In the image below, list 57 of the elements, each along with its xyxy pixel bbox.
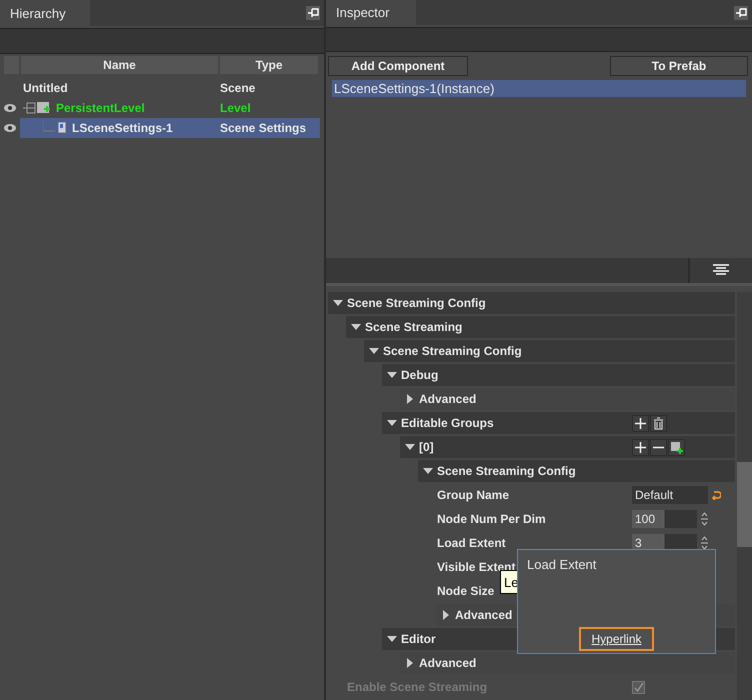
add-layer-icon[interactable] bbox=[668, 438, 685, 456]
tree-item[interactable]: PersistentLevel bbox=[20, 98, 217, 118]
pin-icon[interactable] bbox=[734, 6, 748, 20]
eye-icon[interactable] bbox=[4, 104, 16, 112]
spinner-icon[interactable] bbox=[701, 536, 708, 550]
plus-icon[interactable] bbox=[632, 414, 649, 432]
align-icon[interactable] bbox=[713, 264, 729, 276]
panel-tab[interactable]: Inspector bbox=[326, 0, 416, 26]
group-header[interactable]: Scene Streaming bbox=[346, 316, 735, 338]
type-cell-text: Scene bbox=[219, 80, 256, 97]
group-header[interactable]: Scene Streaming Config bbox=[364, 340, 735, 362]
caret-down-icon[interactable] bbox=[404, 444, 414, 450]
toolbar-button[interactable]: To Prefab bbox=[610, 56, 748, 76]
tree-item[interactable]: Untitled bbox=[20, 78, 217, 98]
group-header[interactable]: Debug bbox=[382, 364, 735, 386]
field-label: Node Size bbox=[437, 584, 494, 598]
panel-tab[interactable]: Hierarchy bbox=[0, 0, 90, 26]
caret-down-icon[interactable] bbox=[386, 636, 396, 642]
caret-down-icon[interactable] bbox=[386, 420, 396, 426]
field-label: Node Num Per Dim bbox=[437, 512, 546, 526]
search-field[interactable] bbox=[326, 27, 752, 52]
scrollbar[interactable] bbox=[737, 292, 752, 700]
instance-item[interactable]: LSceneSettings-1(Instance) bbox=[332, 80, 746, 98]
caret-right-icon[interactable] bbox=[442, 610, 448, 620]
caret-down-icon[interactable] bbox=[332, 300, 342, 306]
type-cell-text: Level bbox=[219, 100, 252, 117]
toolbar-button[interactable]: Add Component bbox=[328, 56, 468, 76]
pin-icon[interactable] bbox=[306, 6, 320, 20]
search-field[interactable] bbox=[0, 28, 324, 54]
field-label: Group Name bbox=[437, 488, 510, 502]
group-header[interactable]: Scene Streaming Config bbox=[418, 460, 735, 482]
group-header[interactable]: Editable Groups bbox=[382, 412, 735, 434]
caret-down-icon[interactable] bbox=[350, 324, 360, 330]
field-label: Load Extent bbox=[437, 536, 506, 550]
revert-icon[interactable] bbox=[712, 490, 721, 500]
group-header[interactable]: [0] bbox=[400, 436, 735, 458]
caret-down-icon[interactable] bbox=[386, 372, 396, 378]
number-field[interactable]: 100 bbox=[632, 510, 697, 528]
text-field[interactable]: Default bbox=[632, 486, 708, 504]
caret-down-icon[interactable] bbox=[368, 348, 378, 354]
minus-icon[interactable] bbox=[650, 438, 667, 456]
popup-title: Load Extent bbox=[527, 557, 596, 572]
column-header[interactable]: Name bbox=[21, 56, 218, 74]
caret-down-icon[interactable] bbox=[422, 468, 432, 474]
tree-item[interactable]: LSceneSettings-1 bbox=[20, 118, 217, 138]
layers-icon bbox=[23, 101, 53, 115]
caret-right-icon[interactable] bbox=[406, 658, 412, 668]
type-cell: Scene Settings bbox=[217, 118, 320, 138]
eye-icon[interactable] bbox=[4, 124, 16, 132]
spinner-icon[interactable] bbox=[701, 512, 708, 526]
document-icon bbox=[43, 121, 69, 135]
trash-icon[interactable] bbox=[650, 414, 667, 432]
plus-icon[interactable] bbox=[632, 438, 649, 456]
hyperlink[interactable]: Hyperlink bbox=[579, 627, 654, 652]
caret-right-icon[interactable] bbox=[406, 394, 412, 404]
column-header[interactable]: Type bbox=[220, 56, 318, 74]
group-header[interactable]: Scene Streaming Config bbox=[328, 292, 735, 314]
